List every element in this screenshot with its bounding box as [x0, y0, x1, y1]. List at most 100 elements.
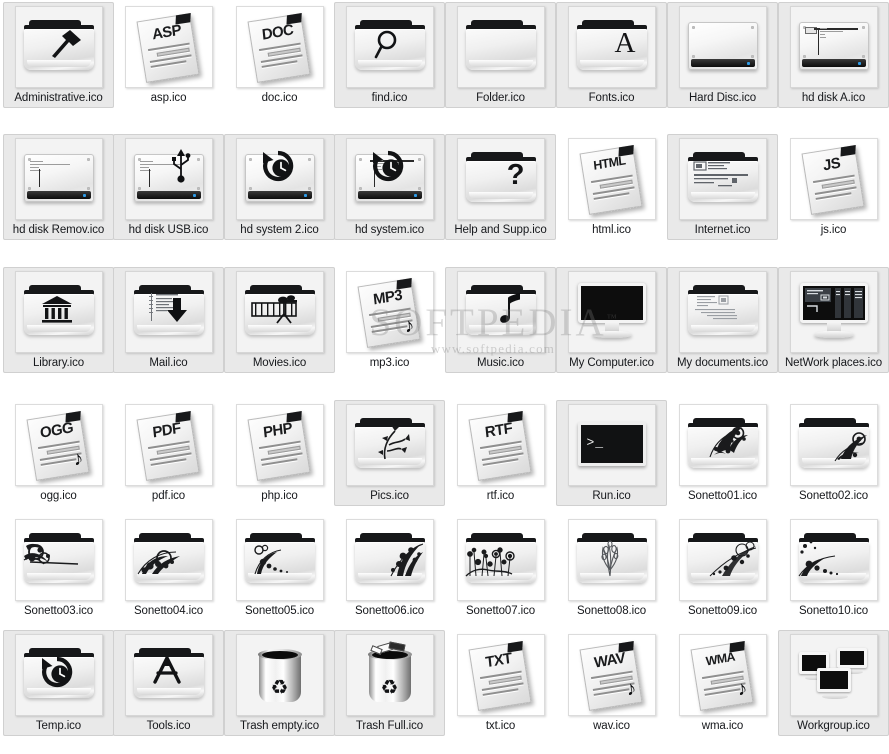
trash-empty-icon[interactable]: ♻	[235, 634, 324, 716]
folder-internet-icon[interactable]	[678, 138, 767, 220]
icon-cell[interactable]: Sonetto04.ico	[113, 515, 224, 621]
txt-document-icon[interactable]: TXT	[456, 634, 545, 716]
icon-cell[interactable]: Sonetto03.ico	[3, 515, 114, 621]
php-document-icon[interactable]: PHP	[235, 404, 324, 486]
folder-help-icon[interactable]: ?	[456, 138, 545, 220]
trash-opening	[261, 651, 298, 659]
icon-cell[interactable]: Sonetto01.ico	[667, 400, 778, 506]
js-document-icon[interactable]: JS	[789, 138, 878, 220]
icon-cell[interactable]: hd system 2.ico	[224, 134, 335, 240]
icon-cell[interactable]: >_ Run.ico	[556, 400, 667, 506]
html-document-icon[interactable]: HTML	[567, 138, 656, 220]
icon-filename-label: hd system 2.ico	[240, 224, 319, 236]
icon-cell[interactable]: Pics.ico	[334, 400, 445, 506]
folder-movies-icon[interactable]	[235, 271, 324, 353]
icon-cell[interactable]: Library.ico	[3, 267, 114, 373]
icon-cell[interactable]: Sonetto09.ico	[667, 515, 778, 621]
my-computer-icon[interactable]	[567, 271, 656, 353]
folder-sonetto08-icon[interactable]	[567, 519, 656, 601]
folder-mail-icon[interactable]	[124, 271, 213, 353]
folder-sonetto05-icon[interactable]	[235, 519, 324, 601]
icon-cell[interactable]: Workgroup.ico	[778, 630, 889, 736]
document-type-text: MP3	[371, 286, 403, 309]
icon-cell[interactable]: Internet.ico	[667, 134, 778, 240]
network-places-icon[interactable]	[789, 271, 878, 353]
icon-cell[interactable]: hd disk USB.ico	[113, 134, 224, 240]
asp-document-icon[interactable]: ASP	[124, 6, 213, 88]
wma-document-icon[interactable]: WMA ♪	[678, 634, 767, 716]
icon-cell[interactable]: PHP php.ico	[224, 400, 335, 506]
icon-cell[interactable]: Movies.ico	[224, 267, 335, 373]
icon-cell[interactable]: TXT txt.ico	[445, 630, 556, 736]
icon-cell[interactable]: MP3 ♪ mp3.ico	[334, 267, 445, 373]
folder-pics-icon[interactable]	[345, 404, 434, 486]
icon-cell[interactable]: ? Help and Supp.ico	[445, 134, 556, 240]
icon-cell[interactable]: My documents.ico	[667, 267, 778, 373]
folder-tools-icon[interactable]	[124, 634, 213, 716]
trash-full-icon[interactable]: ♻	[345, 634, 434, 716]
icon-cell[interactable]: WMA ♪ wma.ico	[667, 630, 778, 736]
rtf-document-icon[interactable]: RTF	[456, 404, 545, 486]
icon-cell[interactable]: OGG ♪ ogg.ico	[3, 400, 114, 506]
icon-cell[interactable]: Sonetto07.ico	[445, 515, 556, 621]
folder-library-icon[interactable]	[14, 271, 103, 353]
hard-disc-icon[interactable]	[678, 6, 767, 88]
icon-cell[interactable]: NetWork places.ico	[778, 267, 889, 373]
ogg-document-icon[interactable]: OGG ♪	[14, 404, 103, 486]
hard-disk-system-icon[interactable]	[345, 138, 434, 220]
folder-sonetto09-icon[interactable]	[678, 519, 767, 601]
icon-cell[interactable]: PDF pdf.ico	[113, 400, 224, 506]
folder-temp-icon[interactable]	[14, 634, 103, 716]
icon-cell[interactable]: Sonetto10.ico	[778, 515, 889, 621]
doc-document-icon[interactable]: DOC	[235, 6, 324, 88]
icon-cell[interactable]: My Computer.ico	[556, 267, 667, 373]
folder-documents-icon[interactable]	[678, 271, 767, 353]
folder-fonts-icon[interactable]: A	[567, 6, 656, 88]
mp3-document-icon[interactable]: MP3 ♪	[345, 271, 434, 353]
icon-cell[interactable]: Sonetto08.ico	[556, 515, 667, 621]
icon-cell[interactable]: find.ico	[334, 2, 445, 108]
folder-sonetto07-icon[interactable]	[456, 519, 545, 601]
folder-plain-icon[interactable]	[456, 6, 545, 88]
folder-hammer-icon[interactable]	[14, 6, 103, 88]
folder-sonetto04-icon[interactable]	[124, 519, 213, 601]
icon-cell[interactable]: ♻ Trash Full.ico	[334, 630, 445, 736]
hard-disk-a-icon[interactable]	[789, 6, 878, 88]
hard-disk-removable-icon[interactable]	[14, 138, 103, 220]
folder-sonetto06-icon[interactable]	[345, 519, 434, 601]
hard-disk-system2-icon[interactable]	[235, 138, 324, 220]
icon-cell[interactable]: hd system.ico	[334, 134, 445, 240]
workgroup-icon[interactable]	[789, 634, 878, 716]
folder-sonetto02-icon[interactable]	[789, 404, 878, 486]
icon-cell[interactable]: Sonetto02.ico	[778, 400, 889, 506]
icon-cell[interactable]: Music.ico	[445, 267, 556, 373]
pdf-document-icon[interactable]: PDF	[124, 404, 213, 486]
icon-cell[interactable]: ♻ Trash empty.ico	[224, 630, 335, 736]
icon-cell[interactable]: Administrative.ico	[3, 2, 114, 108]
icon-cell[interactable]: Hard Disc.ico	[667, 2, 778, 108]
icon-cell[interactable]: WAV ♪ wav.ico	[556, 630, 667, 736]
icon-cell[interactable]: Sonetto05.ico	[224, 515, 335, 621]
icon-cell[interactable]: HTML html.ico	[556, 134, 667, 240]
hard-disk-usb-icon[interactable]	[124, 138, 213, 220]
icon-cell[interactable]: JS js.ico	[778, 134, 889, 240]
icon-cell[interactable]: Tools.ico	[113, 630, 224, 736]
icon-cell[interactable]: DOC doc.ico	[224, 2, 335, 108]
icon-cell[interactable]: hd disk A.ico	[778, 2, 889, 108]
folder-music-icon[interactable]	[456, 271, 545, 353]
icon-filename-label: Movies.ico	[252, 357, 307, 369]
icon-cell[interactable]: Temp.ico	[3, 630, 114, 736]
folder-sonetto03-icon[interactable]	[14, 519, 103, 601]
icon-cell[interactable]: Sonetto06.ico	[334, 515, 445, 621]
folder-search-icon[interactable]	[345, 6, 434, 88]
run-terminal-icon[interactable]: >_	[567, 404, 656, 486]
icon-cell[interactable]: Folder.ico	[445, 2, 556, 108]
wav-document-icon[interactable]: WAV ♪	[567, 634, 656, 716]
icon-cell[interactable]: Mail.ico	[113, 267, 224, 373]
icon-cell[interactable]: A Fonts.ico	[556, 2, 667, 108]
icon-cell[interactable]: RTF rtf.ico	[445, 400, 556, 506]
folder-sonetto01-icon[interactable]	[678, 404, 767, 486]
icon-cell[interactable]: ASP asp.ico	[113, 2, 224, 108]
icon-cell[interactable]: hd disk Remov.ico	[3, 134, 114, 240]
folder-sonetto10-icon[interactable]	[789, 519, 878, 601]
